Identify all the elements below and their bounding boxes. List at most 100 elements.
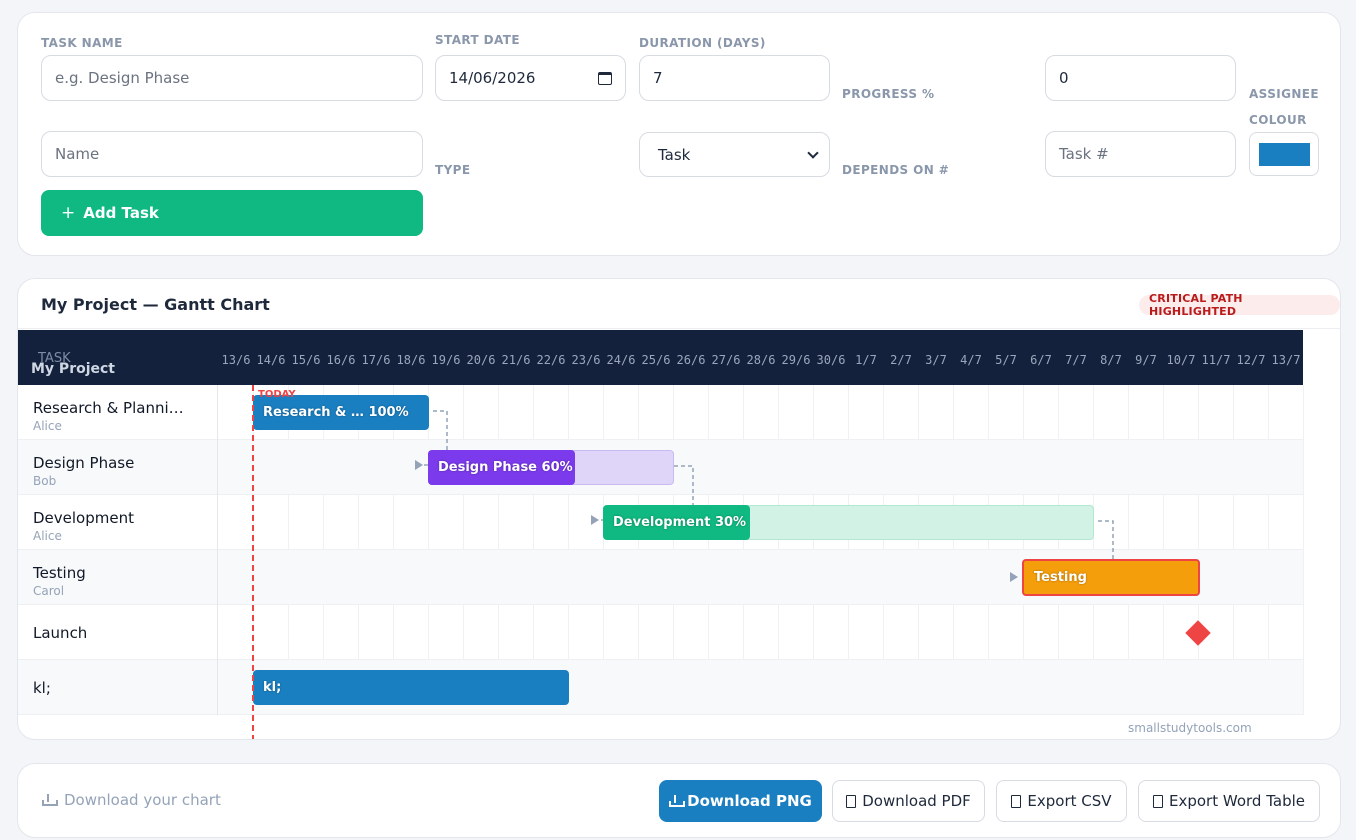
header-project-name: My Project: [31, 361, 115, 377]
task-row[interactable]: Launch: [18, 605, 1303, 660]
export-csv-label: Export CSV: [1027, 792, 1112, 810]
gantt-header: TASK My Project 13/6 14/6 15/6 16/6 17/6 18/6…: [18, 330, 1303, 385]
task-assignee: Carol: [33, 584, 65, 598]
date-header: 29/6: [781, 353, 811, 367]
date-header: 3/7: [925, 353, 947, 367]
download-icon: [669, 795, 686, 807]
date-header: 30/6: [816, 353, 846, 367]
task-row[interactable]: kl;: [18, 660, 1303, 715]
depends-on-input[interactable]: Task #: [1045, 131, 1236, 177]
date-header: 23/6: [571, 353, 601, 367]
grid-line: [1303, 385, 1304, 715]
calendar-icon[interactable]: [598, 71, 612, 85]
date-header: 14/6: [256, 353, 286, 367]
start-date-value: 14/06/2026: [449, 69, 536, 87]
task-name-cell: Testing Carol: [18, 550, 218, 605]
today-label: TODAY: [258, 389, 296, 400]
download-pdf-label: Download PDF: [862, 792, 971, 810]
task-row[interactable]: Research & Planni… Alice: [18, 385, 1303, 440]
divider: [18, 328, 1340, 329]
file-icon: [1011, 794, 1022, 808]
task-name-cell: Research & Planni… Alice: [18, 385, 218, 440]
date-header: 8/7: [1100, 353, 1122, 367]
task-form-card: TASK NAME e.g. Design Phase START DATE 1…: [17, 12, 1341, 256]
assignee-label: ASSIGNEE: [1249, 87, 1319, 101]
date-header: 19/6: [431, 353, 461, 367]
start-date-label: START DATE: [435, 33, 520, 47]
assignee-placeholder: Name: [55, 145, 100, 163]
start-date-input[interactable]: 14/06/2026: [435, 55, 626, 101]
add-task-label: Add Task: [83, 204, 159, 222]
date-header: 5/7: [995, 353, 1017, 367]
date-header: 18/6: [396, 353, 426, 367]
task-name-label: TASK NAME: [41, 36, 123, 50]
task-name-placeholder: e.g. Design Phase: [55, 69, 190, 87]
export-word-button[interactable]: Export Word Table: [1138, 780, 1320, 822]
type-label: TYPE: [435, 163, 471, 177]
task-name: Development: [33, 509, 134, 527]
colour-label: COLOUR: [1249, 113, 1307, 127]
download-pdf-button[interactable]: Download PDF: [832, 780, 985, 822]
task-name: Launch: [33, 624, 88, 642]
add-task-button[interactable]: + Add Task: [41, 190, 423, 236]
colour-picker[interactable]: [1249, 132, 1319, 176]
type-select[interactable]: Task: [639, 132, 830, 177]
task-bar-label: Research & … 100%: [263, 405, 409, 420]
download-png-label: Download PNG: [687, 792, 812, 810]
depends-on-label: DEPENDS ON #: [842, 163, 950, 177]
task-bar-label: Development 30%: [613, 515, 747, 530]
task-assignee: Bob: [33, 474, 57, 488]
date-header: 1/7: [855, 353, 877, 367]
task-name-cell: kl;: [18, 660, 218, 715]
task-name-input[interactable]: e.g. Design Phase: [41, 55, 423, 101]
date-header: 25/6: [641, 353, 671, 367]
date-header: 24/6: [606, 353, 636, 367]
date-header: 2/7: [890, 353, 912, 367]
duration-input[interactable]: 7: [639, 55, 830, 101]
task-name-cell: Design Phase Bob: [18, 440, 218, 495]
plus-icon: +: [61, 203, 76, 223]
date-header: 12/7: [1236, 353, 1266, 367]
download-hint: Download your chart: [42, 791, 221, 809]
critical-path-badge: CRITICAL PATH HIGHLIGHTED: [1139, 292, 1340, 318]
date-header: 21/6: [501, 353, 531, 367]
date-header: 26/6: [676, 353, 706, 367]
task-assignee: Alice: [33, 419, 62, 433]
type-select-value: Task: [658, 145, 691, 164]
depends-on-placeholder: Task #: [1059, 145, 1109, 163]
task-bar-label: Testing: [1034, 570, 1087, 585]
progress-value: 0: [1059, 69, 1069, 87]
chevron-down-icon: [807, 146, 819, 159]
task-bar[interactable]: [253, 670, 569, 705]
date-header: 27/6: [711, 353, 741, 367]
task-name-cell: Launch: [18, 605, 218, 660]
date-header: 22/6: [536, 353, 566, 367]
task-assignee: Alice: [33, 529, 62, 543]
gantt-chart-card: My Project — Gantt Chart CRITICAL PATH H…: [17, 278, 1341, 740]
date-header: 9/7: [1135, 353, 1157, 367]
date-header: 17/6: [361, 353, 391, 367]
export-csv-button[interactable]: Export CSV: [996, 780, 1127, 822]
date-header: 15/6: [291, 353, 321, 367]
download-png-button[interactable]: Download PNG: [659, 780, 822, 822]
assignee-input[interactable]: Name: [41, 131, 423, 177]
task-name: Research & Planni…: [33, 399, 184, 417]
task-name: kl;: [33, 679, 51, 697]
progress-input[interactable]: 0: [1045, 55, 1236, 101]
chart-title: My Project — Gantt Chart: [41, 295, 270, 314]
date-header: 20/6: [466, 353, 496, 367]
date-header: 28/6: [746, 353, 776, 367]
date-header: 10/7: [1166, 353, 1196, 367]
colour-swatch: [1259, 143, 1310, 166]
watermark: smallstudytools.com: [1128, 721, 1252, 735]
task-bar-label: Design Phase 60%: [438, 460, 573, 475]
download-icon: [42, 794, 58, 806]
date-header: 13/6: [221, 353, 251, 367]
export-word-label: Export Word Table: [1169, 792, 1305, 810]
file-icon: [846, 794, 857, 808]
duration-value: 7: [653, 69, 663, 87]
duration-label: DURATION (DAYS): [639, 36, 766, 50]
today-marker: [252, 385, 254, 739]
task-name-cell: Development Alice: [18, 495, 218, 550]
download-hint-text: Download your chart: [64, 791, 221, 809]
